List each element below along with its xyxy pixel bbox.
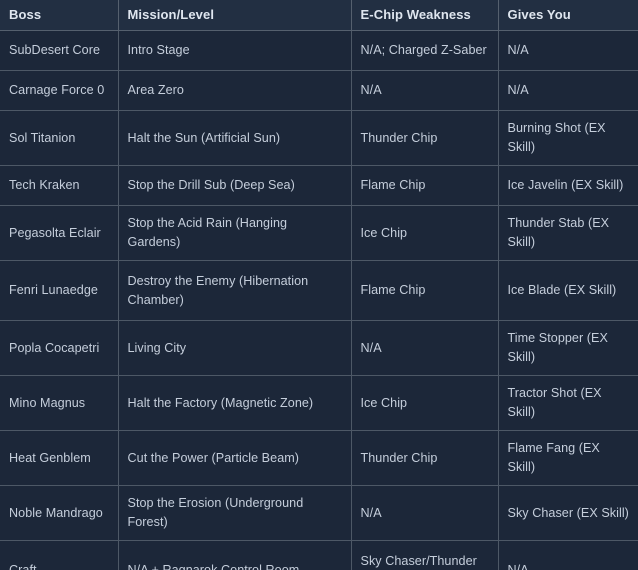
cell-weakness: N/A; Charged Z-Saber bbox=[351, 30, 499, 71]
table-row: Mino Magnus Halt the Factory (Magnetic Z… bbox=[0, 375, 638, 431]
cell-mission: Intro Stage bbox=[118, 30, 352, 71]
cell-boss: Mino Magnus bbox=[0, 375, 119, 431]
cell-boss: Sol Titanion bbox=[0, 110, 119, 166]
table-row: Sol Titanion Halt the Sun (Artificial Su… bbox=[0, 110, 638, 166]
table-row: SubDesert Core Intro Stage N/A; Charged … bbox=[0, 30, 638, 71]
cell-mission: Living City bbox=[118, 320, 352, 376]
cell-gives: Ice Javelin (EX Skill) bbox=[498, 165, 638, 206]
cell-mission: Stop the Drill Sub (Deep Sea) bbox=[118, 165, 352, 206]
cell-weakness: Flame Chip bbox=[351, 165, 499, 206]
table-body: SubDesert Core Intro Stage N/A; Charged … bbox=[0, 30, 638, 570]
cell-boss: Tech Kraken bbox=[0, 165, 119, 206]
column-header-weakness: E-Chip Weakness bbox=[351, 0, 499, 31]
table-row: Craft N/A + Ragnarok Control Room Sky Ch… bbox=[0, 540, 638, 570]
cell-mission: Destroy the Enemy (Hibernation Chamber) bbox=[118, 260, 352, 321]
cell-gives: Time Stopper (EX Skill) bbox=[498, 320, 638, 376]
cell-boss: Fenri Lunaedge bbox=[0, 260, 119, 321]
cell-gives: Thunder Stab (EX Skill) bbox=[498, 205, 638, 261]
cell-boss: Carnage Force 0 bbox=[0, 70, 119, 111]
column-header-mission: Mission/Level bbox=[118, 0, 352, 31]
cell-gives: Flame Fang (EX Skill) bbox=[498, 430, 638, 486]
cell-gives: Sky Chaser (EX Skill) bbox=[498, 485, 638, 541]
cell-gives: N/A bbox=[498, 70, 638, 111]
cell-mission: Stop the Acid Rain (Hanging Gardens) bbox=[118, 205, 352, 261]
table-row: Tech Kraken Stop the Drill Sub (Deep Sea… bbox=[0, 165, 638, 206]
cell-weakness: Flame Chip bbox=[351, 260, 499, 321]
cell-boss: Craft bbox=[0, 540, 119, 570]
table-row: Fenri Lunaedge Destroy the Enemy (Hibern… bbox=[0, 260, 638, 321]
column-header-boss: Boss bbox=[0, 0, 119, 31]
column-header-gives: Gives You bbox=[498, 0, 638, 31]
cell-weakness: N/A bbox=[351, 485, 499, 541]
cell-mission: Stop the Erosion (Underground Forest) bbox=[118, 485, 352, 541]
cell-mission: Halt the Factory (Magnetic Zone) bbox=[118, 375, 352, 431]
cell-weakness: Sky Chaser/Thunder Stab bbox=[351, 540, 499, 570]
cell-boss: Noble Mandrago bbox=[0, 485, 119, 541]
cell-weakness: Thunder Chip bbox=[351, 110, 499, 166]
cell-weakness: Ice Chip bbox=[351, 375, 499, 431]
table-header-row: Boss Mission/Level E-Chip Weakness Gives… bbox=[0, 0, 638, 31]
table-header: Boss Mission/Level E-Chip Weakness Gives… bbox=[0, 0, 638, 31]
table-row: Heat Genblem Cut the Power (Particle Bea… bbox=[0, 430, 638, 486]
cell-weakness: N/A bbox=[351, 320, 499, 376]
cell-boss: SubDesert Core bbox=[0, 30, 119, 71]
cell-weakness: Ice Chip bbox=[351, 205, 499, 261]
cell-gives: Tractor Shot (EX Skill) bbox=[498, 375, 638, 431]
cell-mission: Halt the Sun (Artificial Sun) bbox=[118, 110, 352, 166]
cell-gives: N/A bbox=[498, 30, 638, 71]
cell-gives: Ice Blade (EX Skill) bbox=[498, 260, 638, 321]
table-row: Pegasolta Eclair Stop the Acid Rain (Han… bbox=[0, 205, 638, 261]
boss-reference-table: Boss Mission/Level E-Chip Weakness Gives… bbox=[0, 0, 638, 570]
cell-mission: Area Zero bbox=[118, 70, 352, 111]
cell-weakness: Thunder Chip bbox=[351, 430, 499, 486]
table-row: Carnage Force 0 Area Zero N/A N/A bbox=[0, 70, 638, 111]
cell-gives: Burning Shot (EX Skill) bbox=[498, 110, 638, 166]
cell-gives: N/A bbox=[498, 540, 638, 570]
cell-boss: Heat Genblem bbox=[0, 430, 119, 486]
table-row: Popla Cocapetri Living City N/A Time Sto… bbox=[0, 320, 638, 376]
cell-boss: Popla Cocapetri bbox=[0, 320, 119, 376]
cell-weakness: N/A bbox=[351, 70, 499, 111]
cell-mission: N/A + Ragnarok Control Room bbox=[118, 540, 352, 570]
cell-boss: Pegasolta Eclair bbox=[0, 205, 119, 261]
cell-mission: Cut the Power (Particle Beam) bbox=[118, 430, 352, 486]
table-row: Noble Mandrago Stop the Erosion (Undergr… bbox=[0, 485, 638, 541]
